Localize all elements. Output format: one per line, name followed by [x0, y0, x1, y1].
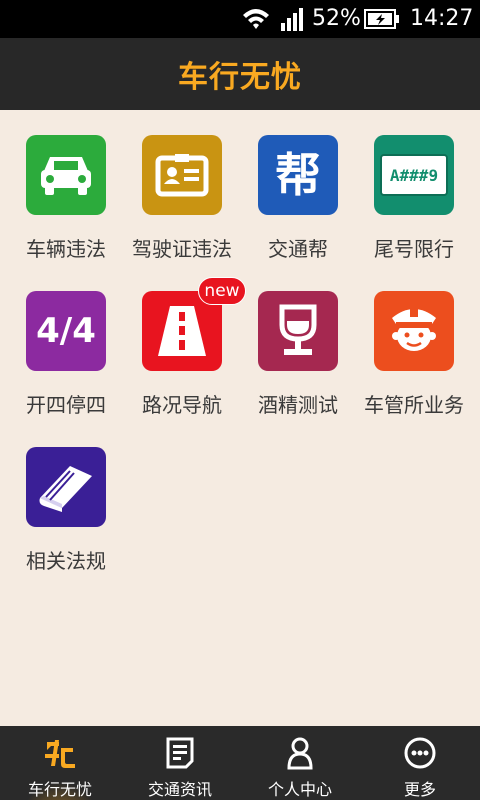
- nav-label: 更多: [403, 780, 436, 799]
- home-logo-icon: [45, 740, 75, 768]
- tile-alcohol-test[interactable]: 酒精测试: [240, 266, 356, 417]
- tile-label: 车辆违法: [26, 237, 106, 261]
- clock: 14:27: [410, 6, 474, 31]
- more-icon: [404, 737, 436, 769]
- license-card-icon: [142, 135, 222, 215]
- four-four-icon: 4/4: [26, 291, 106, 371]
- tile-label: 路况导航: [142, 393, 222, 417]
- signal-icon: [281, 8, 303, 31]
- plate-icon: A###9: [374, 135, 454, 215]
- nav-item-more[interactable]: 更多: [360, 726, 480, 800]
- tile-regulations[interactable]: 相关法规: [8, 422, 124, 573]
- battery-percent: 52%: [312, 6, 361, 31]
- news-icon: [166, 737, 194, 769]
- new-badge: new: [198, 277, 246, 305]
- battery-icon: [364, 9, 399, 29]
- tile-label: 驾驶证违法: [132, 237, 232, 261]
- bottom-nav: 车行无忧 交通资讯 个人中心 更多: [0, 726, 480, 800]
- tile-dmv-business[interactable]: 车管所业务: [356, 266, 472, 417]
- wine-glass-icon: [258, 291, 338, 371]
- nav-item-traffic-news[interactable]: 交通资讯: [120, 726, 240, 800]
- app-header: 车行无忧: [0, 38, 480, 110]
- tile-label: 相关法规: [26, 549, 106, 573]
- page-title: 车行无忧: [178, 60, 302, 95]
- nav-label: 个人中心: [267, 780, 332, 799]
- nav-label: 车行无忧: [27, 780, 92, 799]
- tile-traffic-help[interactable]: 帮 交通帮: [240, 110, 356, 261]
- wifi-icon: [243, 9, 269, 29]
- feature-grid: 车辆违法 驾驶证违法 帮 交通帮 A###9 尾号限行 4/4 开四停四 new…: [0, 110, 480, 726]
- tile-plate-restriction[interactable]: A###9 尾号限行: [356, 110, 472, 261]
- nav-item-personal-center[interactable]: 个人中心: [240, 726, 360, 800]
- tile-label: 开四停四: [26, 393, 106, 417]
- tile-four-four[interactable]: 4/4 开四停四: [8, 266, 124, 417]
- status-bar: 52% 14:27: [0, 0, 480, 38]
- tile-road-navigation[interactable]: new 路况导航: [124, 266, 246, 417]
- tile-license-violation[interactable]: 驾驶证违法: [124, 110, 240, 261]
- police-icon: [374, 291, 454, 371]
- tile-label: 尾号限行: [374, 237, 454, 261]
- nav-item-home[interactable]: 车行无忧: [0, 726, 120, 800]
- tile-label: 车管所业务: [364, 393, 464, 417]
- bang-icon: 帮: [258, 135, 338, 215]
- nav-label: 交通资讯: [147, 780, 212, 799]
- car-icon: [26, 135, 106, 215]
- tile-label: 交通帮: [268, 237, 328, 261]
- tile-label: 酒精测试: [258, 393, 338, 417]
- tile-vehicle-violation[interactable]: 车辆违法: [8, 110, 124, 261]
- book-icon: [26, 447, 106, 527]
- person-icon: [287, 737, 313, 770]
